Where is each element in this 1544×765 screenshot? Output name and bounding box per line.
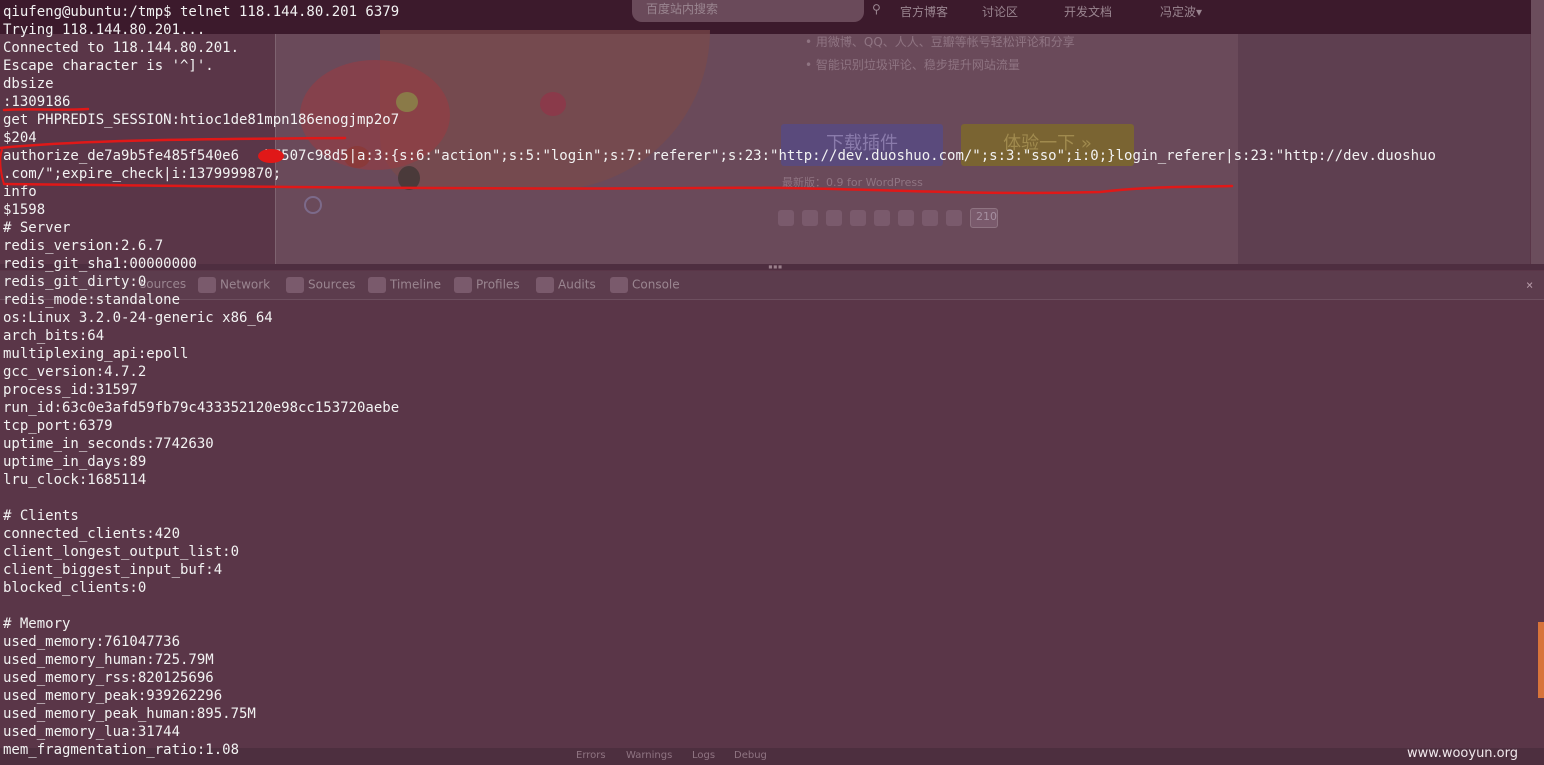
terminal-line: gcc_version:4.7.2 xyxy=(3,364,147,380)
terminal-line: process_id:31597 xyxy=(3,382,138,398)
terminal-line: # Clients xyxy=(3,508,79,524)
terminal-line: redis_git_sha1:00000000 xyxy=(3,256,197,272)
terminal-line: used_memory_peak:939262296 xyxy=(3,688,223,704)
terminal-line: tcp_port:6379 xyxy=(3,418,113,434)
terminal-line: used_memory_peak_human:895.75M xyxy=(3,706,256,722)
terminal-line: connected_clients:420 xyxy=(3,526,181,542)
terminal-line: multiplexing_api:epoll xyxy=(3,346,189,362)
terminal-line: redis_git_dirty:0 xyxy=(3,274,147,290)
terminal-line: blocked_clients:0 xyxy=(3,580,147,596)
terminal-line: client_biggest_input_buf:4 xyxy=(3,562,223,578)
terminal-line: Escape character is '^]'. xyxy=(3,58,214,74)
terminal-line: authorize_de7a9b5fe485f540e6 ̄b7507c98d5… xyxy=(3,148,1436,164)
terminal-line: $1598 xyxy=(3,202,46,218)
terminal-line: :1309186 xyxy=(3,94,71,110)
terminal-line: used_memory:761047736 xyxy=(3,634,181,650)
scroll-position-marker xyxy=(1538,622,1544,698)
terminal-line: get PHPREDIS_SESSION:htioc1de81mpn186eno… xyxy=(3,112,400,128)
terminal-line: Trying 118.144.80.201... xyxy=(3,22,206,38)
terminal-line: client_longest_output_list:0 xyxy=(3,544,240,560)
terminal-output[interactable]: qiufeng@ubuntu:/tmp$ telnet 118.144.80.2… xyxy=(3,3,1436,759)
terminal-line: # Server xyxy=(3,220,71,236)
terminal-line: # Memory xyxy=(3,616,71,632)
terminal-line: run_id:63c0e3afd59fb79c433352120e98cc153… xyxy=(3,400,400,416)
terminal-line: qiufeng@ubuntu:/tmp$ telnet 118.144.80.2… xyxy=(3,4,400,20)
terminal-line: mem_fragmentation_ratio:1.08 xyxy=(3,742,240,758)
watermark: www.wooyun.org xyxy=(1407,746,1519,761)
terminal-line: redis_mode:standalone xyxy=(3,292,181,308)
terminal-line: $204 xyxy=(3,130,37,146)
page-scrollbar[interactable] xyxy=(1531,0,1544,265)
terminal-line: used_memory_human:725.79M xyxy=(3,652,214,668)
terminal-line: .com/";expire_check|i:1379999870; xyxy=(3,166,282,182)
terminal-line: os:Linux 3.2.0-24-generic x86_64 xyxy=(3,310,273,326)
terminal-line: used_memory_rss:820125696 xyxy=(3,670,214,686)
terminal-line: uptime_in_seconds:7742630 xyxy=(3,436,214,452)
devtools-close-icon[interactable]: × xyxy=(1526,278,1533,292)
terminal-line: uptime_in_days:89 xyxy=(3,454,147,470)
terminal-line: lru_clock:1685114 xyxy=(3,472,147,488)
terminal-line: Connected to 118.144.80.201. xyxy=(3,40,240,56)
terminal-line: used_memory_lua:31744 xyxy=(3,724,181,740)
terminal-line: redis_version:2.6.7 xyxy=(3,238,164,254)
terminal-line: dbsize xyxy=(3,76,54,92)
terminal-line: info xyxy=(3,184,37,200)
terminal-line: arch_bits:64 xyxy=(3,328,105,344)
